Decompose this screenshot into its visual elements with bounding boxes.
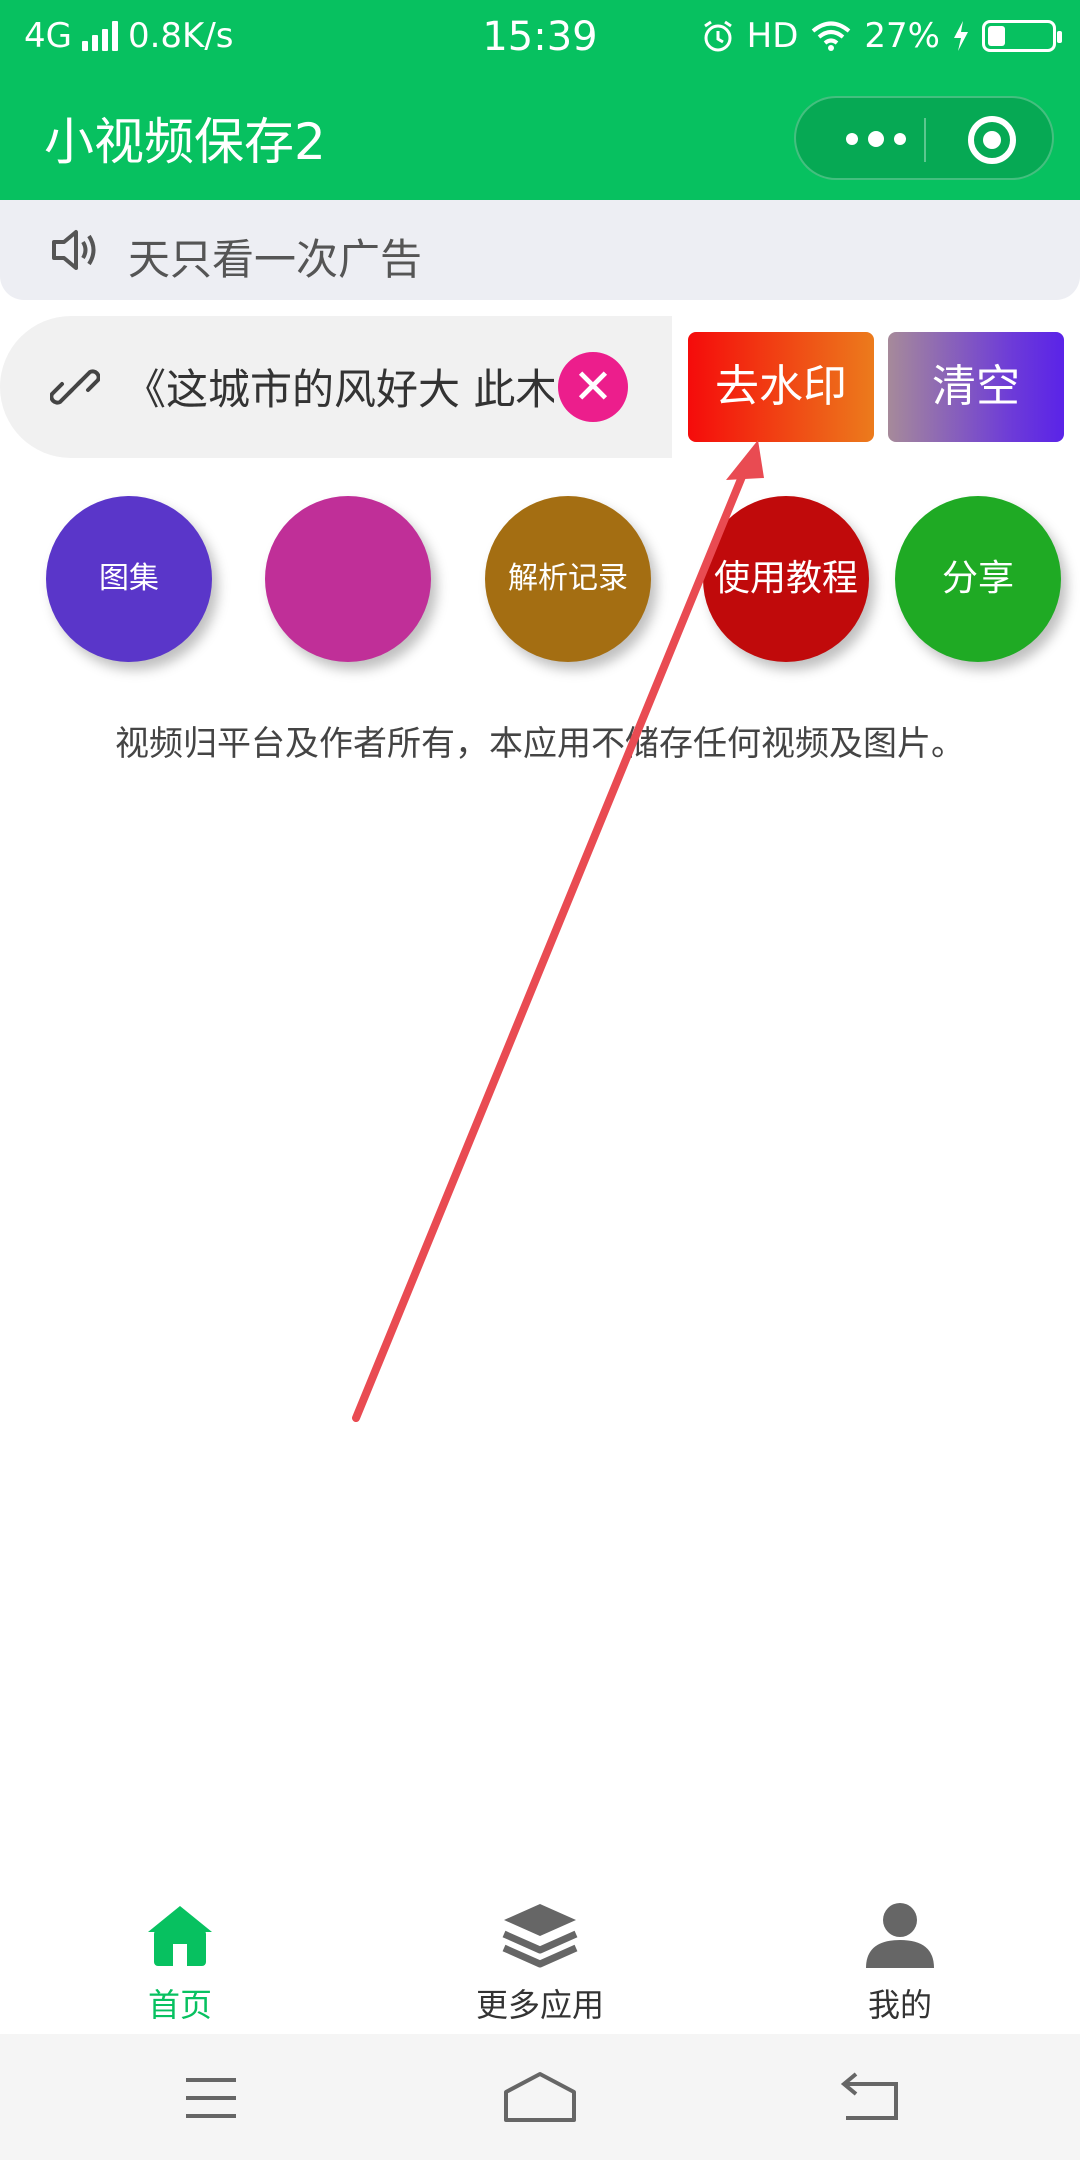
tab-mine[interactable]: 我的 [720, 1880, 1080, 2034]
notice-text: 天只看一次广告 [128, 235, 423, 284]
url-input-field[interactable]: 《这城市的风好大 此木 ✕ [0, 316, 672, 458]
menu-icon[interactable] [160, 2070, 260, 2126]
clear-input-icon[interactable]: ✕ [558, 352, 628, 422]
home-nav-icon[interactable] [490, 2070, 590, 2126]
link-icon [50, 369, 100, 405]
tutorial-button[interactable]: 使用教程 [703, 496, 869, 662]
history-button[interactable]: 解析记录 [485, 496, 651, 662]
remove-watermark-button[interactable]: 去水印 [688, 332, 874, 442]
tab-home-label: 首页 [147, 1986, 212, 2024]
alarm-icon [703, 20, 732, 52]
close-miniapp-icon[interactable] [968, 116, 1016, 164]
capsule-divider [924, 118, 926, 162]
speaker-icon [52, 230, 96, 270]
status-right: HD 27% [701, 16, 1062, 56]
blank-circle-button[interactable] [265, 496, 431, 662]
tab-more-apps[interactable]: 更多应用 [360, 1880, 720, 2034]
battery-icon [982, 20, 1062, 52]
wifi-icon [812, 21, 851, 51]
more-icon[interactable] [836, 124, 916, 154]
tab-bar: 首页 更多应用 我的 [0, 1880, 1080, 2034]
menu-capsule [794, 96, 1054, 180]
back-icon[interactable] [820, 2070, 920, 2126]
top-bar: 4G 0.8K/s 15:39 HD 27% 小视频保存2 [0, 0, 1080, 200]
hd-indicator: HD [746, 16, 799, 56]
charging-icon [954, 21, 968, 51]
tab-home[interactable]: 首页 [0, 1880, 360, 2034]
page-title: 小视频保存2 [44, 113, 326, 171]
user-icon [866, 1903, 934, 1968]
layers-icon [502, 1904, 578, 1968]
battery-fill [988, 26, 1005, 46]
home-icon [148, 1906, 212, 1966]
status-bar: 4G 0.8K/s 15:39 HD 27% [0, 0, 1080, 72]
system-nav-bar [0, 2034, 1080, 2160]
clear-button[interactable]: 清空 [888, 332, 1064, 442]
feature-buttons: 图集 解析记录 使用教程 分享 [0, 496, 1080, 666]
notice-bar: 天只看一次广告 [0, 200, 1080, 300]
share-button[interactable]: 分享 [895, 496, 1061, 662]
disclaimer-text: 视频归平台及作者所有，本应用不储存任何视频及图片。 [115, 724, 965, 764]
tab-more-apps-label: 更多应用 [475, 1986, 604, 2024]
url-input-value[interactable]: 《这城市的风好大 此木 [124, 356, 554, 417]
tab-mine-label: 我的 [867, 1986, 932, 2024]
gallery-button[interactable]: 图集 [46, 496, 212, 662]
battery-percent: 27% [864, 16, 940, 56]
nav-bar: 小视频保存2 [0, 72, 1080, 200]
